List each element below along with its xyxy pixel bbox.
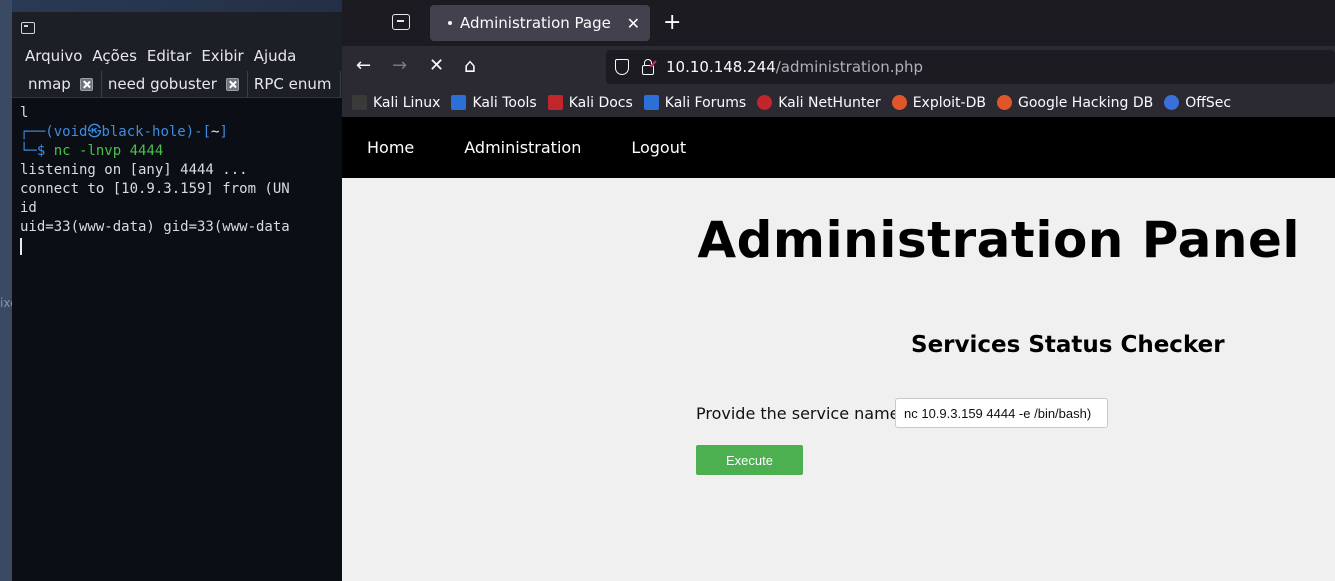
shield-icon[interactable] — [615, 59, 629, 75]
terminal-line: uid=33(www-data) gid=33(www-data — [20, 219, 290, 235]
terminal-tab-label: nmap — [28, 75, 71, 93]
bookmark-label: Kali Docs — [568, 94, 633, 111]
kali-forums-icon — [643, 95, 659, 110]
kali-nethunter-icon — [757, 95, 773, 110]
terminal-line: l — [20, 105, 29, 121]
browser-tabstrip: Administration Page ✕ + — [342, 0, 1335, 46]
service-name-input[interactable] — [895, 398, 1108, 428]
prompt-open: ┌──( — [20, 124, 54, 140]
terminal-tab-nmap[interactable]: nmap — [12, 71, 102, 97]
bookmark-kali-tools[interactable]: Kali Tools — [451, 94, 537, 111]
home-icon[interactable]: ⌂ — [464, 55, 476, 77]
url-text[interactable]: 10.10.148.244/administration.php — [666, 58, 923, 76]
prompt-user: void — [53, 124, 88, 140]
terminal-titlebar[interactable] — [12, 12, 342, 44]
site-navbar: Home Administration Logout — [342, 117, 1335, 178]
bookmark-label: Kali NetHunter — [778, 94, 881, 111]
prompt-host: black-hole — [101, 124, 186, 140]
close-icon[interactable]: ✕ — [627, 14, 640, 33]
url-host: 10.10.148.244 — [666, 58, 776, 76]
tab-title: Administration Page — [460, 14, 611, 32]
kali-docs-icon — [547, 95, 563, 110]
url-bar[interactable]: 10.10.148.244/administration.php — [606, 50, 1335, 84]
nav-link-logout[interactable]: Logout — [631, 138, 686, 157]
nav-link-administration[interactable]: Administration — [464, 138, 581, 157]
bookmark-kali-linux[interactable]: Kali Linux — [352, 95, 440, 111]
bookmark-label: Exploit-DB — [912, 94, 986, 111]
forward-arrow-icon[interactable]: → — [392, 55, 407, 76]
terminal-menubar: Arquivo Ações Editar Exibir Ajuda — [12, 44, 342, 68]
terminal-line: connect to [10.9.3.159] from (UN — [20, 181, 290, 197]
terminal-tab-gobuster[interactable]: need gobuster — [102, 71, 248, 97]
terminal-window: Arquivo Ações Editar Exibir Ajuda nmap n… — [12, 12, 342, 581]
bookmarks-bar: Kali Linux Kali Tools Kali Docs Kali For… — [342, 88, 1335, 118]
bookmark-label: OffSec — [1185, 94, 1232, 111]
bookmark-google-hacking-db[interactable]: Google Hacking DB — [996, 94, 1154, 111]
url-path: /administration.php — [775, 58, 924, 76]
prompt-mid: )-[ — [185, 124, 212, 140]
ghdb-icon — [996, 95, 1012, 110]
bookmark-exploit-db[interactable]: Exploit-DB — [891, 94, 986, 111]
tab-overview-icon[interactable] — [392, 14, 410, 30]
browser-navbar: ← → ✕ ⌂ 10.10.148.244/administration.php — [342, 46, 1335, 88]
execute-button[interactable]: Execute — [696, 445, 803, 475]
terminal-app-icon — [21, 22, 35, 34]
menu-exibir[interactable]: Exibir — [201, 47, 243, 65]
prompt-at: ㉿ — [87, 124, 102, 140]
menu-acoes[interactable]: Ações — [92, 47, 136, 65]
terminal-line: listening on [any] 4444 ... — [20, 162, 248, 178]
close-icon[interactable] — [79, 77, 93, 91]
tab-loading-dot-icon — [448, 21, 452, 25]
kali-dragon-icon — [352, 95, 367, 110]
service-name-label: Provide the service name : — [696, 404, 910, 423]
prompt-close: ] — [219, 124, 228, 140]
nav-link-home[interactable]: Home — [367, 138, 414, 157]
page-title: Administration Panel — [697, 211, 1300, 269]
close-icon[interactable] — [225, 77, 239, 91]
bookmark-kali-nethunter[interactable]: Kali NetHunter — [757, 94, 881, 111]
tab-administration-page[interactable]: Administration Page ✕ — [430, 5, 650, 41]
browser-window: Administration Page ✕ + ← → ✕ ⌂ 10.10.14… — [342, 0, 1335, 581]
kali-tools-icon — [451, 95, 467, 110]
new-tab-icon[interactable]: + — [663, 10, 681, 35]
terminal-cursor — [20, 237, 22, 255]
menu-ajuda[interactable]: Ajuda — [254, 47, 297, 65]
bookmark-kali-forums[interactable]: Kali Forums — [643, 94, 747, 111]
bookmark-label: Kali Forums — [664, 94, 747, 111]
insecure-lock-icon[interactable] — [642, 58, 654, 75]
prompt-arrow: └─ — [20, 143, 37, 159]
back-arrow-icon[interactable]: ← — [356, 55, 371, 76]
terminal-tab-label: RPC enum — [253, 75, 332, 93]
terminal-line: id — [20, 200, 37, 216]
bookmark-label: Google Hacking DB — [1017, 94, 1154, 111]
stop-loading-icon[interactable]: ✕ — [429, 55, 444, 76]
terminal-output[interactable]: l ┌──(void㉿black-hole)-[~] └─$ nc -lnvp … — [12, 98, 342, 256]
bookmark-label: Kali Tools — [472, 94, 537, 111]
menu-arquivo[interactable]: Arquivo — [25, 47, 82, 65]
menu-editar[interactable]: Editar — [147, 47, 191, 65]
bookmark-offsec[interactable]: OffSec — [1164, 95, 1231, 111]
prompt-dollar: $ — [36, 143, 46, 159]
terminal-tab-rpc[interactable]: RPC enum — [248, 71, 341, 97]
bookmark-kali-docs[interactable]: Kali Docs — [547, 94, 633, 111]
terminal-command: nc -lnvp 4444 — [53, 143, 164, 159]
section-title: Services Status Checker — [911, 332, 1225, 358]
exploit-db-icon — [891, 95, 907, 110]
desktop-panel-strip — [0, 0, 12, 581]
terminal-tab-label: need gobuster — [107, 75, 217, 93]
bookmark-label: Kali Linux — [373, 94, 441, 111]
offsec-icon — [1164, 95, 1180, 110]
web-page: Home Administration Logout Administratio… — [342, 117, 1335, 581]
terminal-tabbar: nmap need gobuster RPC enum — [12, 68, 342, 98]
